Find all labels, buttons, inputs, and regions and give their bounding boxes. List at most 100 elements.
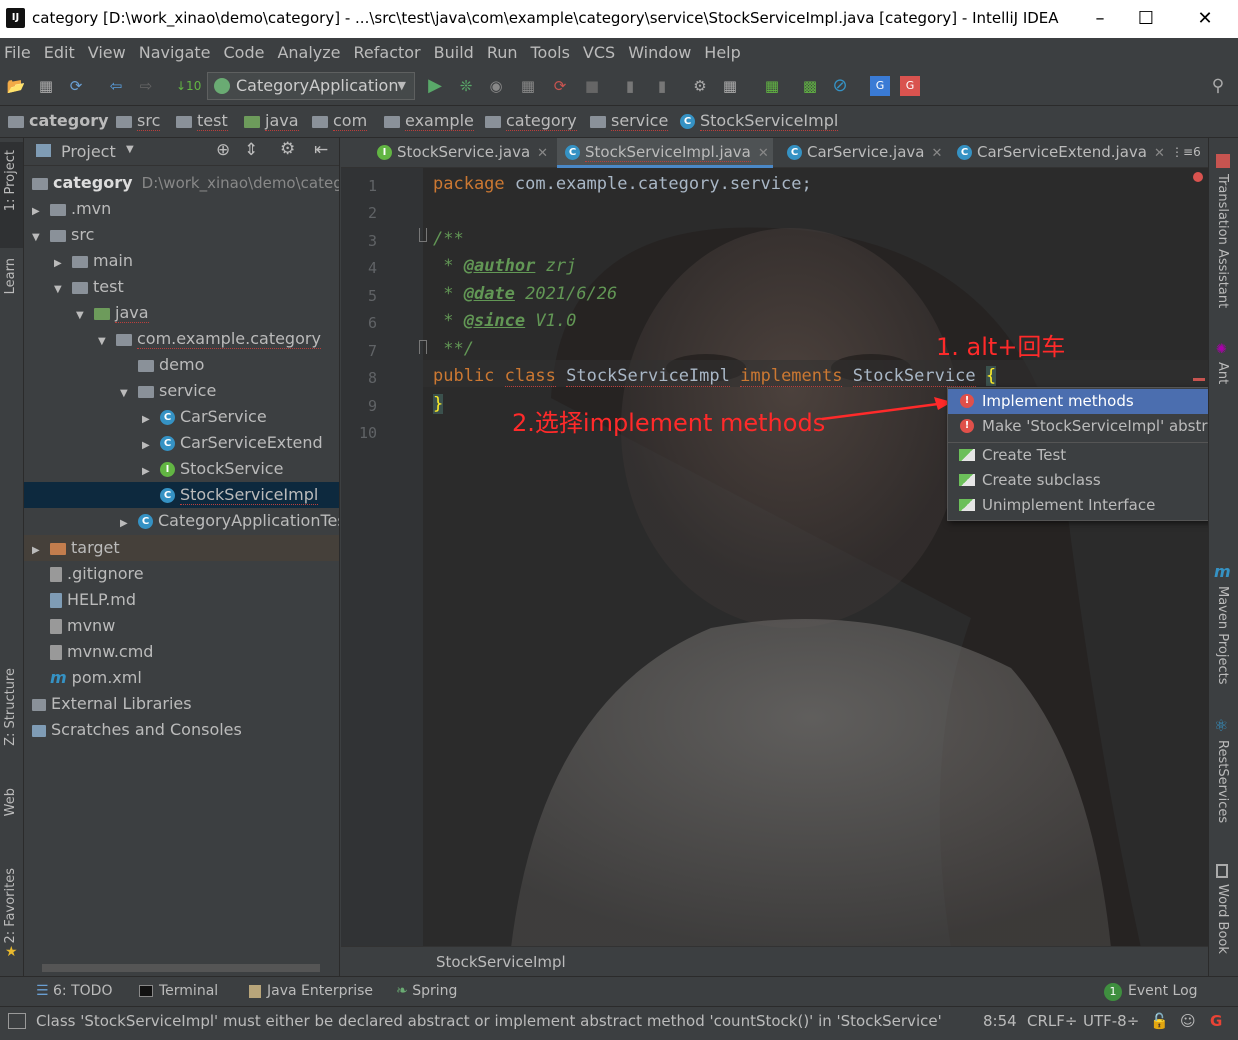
tree-item-src[interactable]: ▼ src — [24, 222, 339, 248]
toggle-tool-buttons-icon[interactable] — [8, 1013, 26, 1029]
breadcrumb-com[interactable]: com — [312, 111, 368, 131]
code-line-9[interactable]: } — [433, 394, 444, 414]
menu-edit[interactable]: Edit — [44, 43, 75, 62]
tool-favorites[interactable]: 2: Favorites — [3, 868, 18, 944]
tool-web[interactable]: Web — [3, 788, 18, 816]
tab-carserviceextend[interactable]: C CarServiceExtend.java ✕ — [949, 138, 1165, 168]
file-encoding[interactable]: UTF-8÷ — [1083, 1012, 1139, 1030]
menu-build[interactable]: Build — [434, 43, 474, 62]
code-line-6[interactable]: * @since V1.0 — [433, 311, 576, 331]
tool-translation-assistant[interactable]: Translation Assistant — [1215, 174, 1230, 308]
tool-word-book[interactable]: Word Book — [1215, 884, 1230, 954]
menu-run[interactable]: Run — [487, 43, 518, 62]
tab-carservice[interactable]: C CarService.java ✕ — [779, 138, 942, 168]
no-entry-icon[interactable]: ⊘ — [830, 76, 850, 96]
menu-view[interactable]: View — [88, 43, 126, 62]
breadcrumb-stockserviceimpl[interactable]: C StockServiceImpl — [680, 111, 839, 131]
popup-item-implement-methods[interactable]: ! Implement methods — [948, 389, 1236, 414]
tree-item-external-libraries[interactable]: External Libraries — [24, 691, 339, 717]
expand-arrow-icon[interactable]: ▶ — [120, 511, 132, 537]
breadcrumb-java[interactable]: java — [244, 111, 299, 131]
tool-maven-projects[interactable]: Maven Projects — [1215, 586, 1230, 685]
google-icon[interactable]: G — [1210, 1012, 1222, 1030]
tree-root-category[interactable]: category D:\work_xinao\demo\category — [24, 170, 339, 196]
tool-ant[interactable]: Ant — [1215, 362, 1230, 384]
close-icon[interactable]: ✕ — [931, 146, 942, 161]
debug-icon[interactable]: ❊ — [456, 76, 476, 96]
tree-item-helpmd[interactable]: HELP.md — [24, 587, 339, 613]
open-folder-icon[interactable]: 📂 — [6, 76, 26, 96]
line-separator[interactable]: CRLF÷ — [1027, 1012, 1077, 1030]
sync-icon[interactable]: ⟳ — [66, 76, 86, 96]
tree-item-test[interactable]: ▼ test — [24, 274, 339, 300]
error-stripe-mark[interactable] — [1193, 378, 1205, 381]
tab-overflow-button[interactable]: ⋮≡6 — [1169, 138, 1207, 168]
search-icon[interactable]: ⚲ — [1208, 76, 1228, 96]
error-stripe-icon[interactable] — [1193, 172, 1203, 182]
popup-item-create-subclass[interactable]: Create subclass▶ — [948, 468, 1236, 493]
menu-navigate[interactable]: Navigate — [139, 43, 211, 62]
tree-item-java[interactable]: ▼ java — [24, 300, 339, 326]
run-configuration-select[interactable]: CategoryApplication ▼ — [207, 72, 415, 100]
popup-item-unimplement-interface[interactable]: Unimplement Interface▶ — [948, 493, 1236, 518]
code-line-1[interactable]: package com.example.category.service; — [433, 174, 812, 194]
chevron-down-icon[interactable]: ▼ — [126, 144, 134, 155]
tree-item-demo[interactable]: demo — [24, 352, 339, 378]
inspector-icon[interactable]: ☺ — [1180, 1012, 1196, 1030]
translate-icon[interactable]: G — [870, 76, 890, 96]
code-line-5[interactable]: * @date 2021/6/26 — [433, 284, 617, 304]
code-line-4[interactable]: * @author zrj — [433, 256, 576, 276]
close-icon[interactable]: ✕ — [1154, 146, 1165, 161]
menu-file[interactable]: File — [4, 43, 31, 62]
locate-icon[interactable]: ⊕ — [216, 140, 230, 160]
code-line-8[interactable]: public class StockServiceImpl implements… — [433, 366, 997, 387]
build-icon[interactable]: ↓10 — [176, 76, 201, 96]
back-arrow-icon[interactable]: ⇦ — [106, 76, 126, 96]
minimize-button[interactable]: – — [1077, 0, 1123, 38]
breadcrumb-src[interactable]: src — [116, 111, 161, 131]
tool-terminal[interactable]: Terminal — [139, 983, 218, 999]
save-icon[interactable]: ▦ — [36, 76, 56, 96]
menu-refactor[interactable]: Refactor — [354, 43, 421, 62]
tree-item-main[interactable]: ▶ main — [24, 248, 339, 274]
fold-icon[interactable] — [419, 340, 427, 354]
code-line-3[interactable]: /** — [433, 229, 464, 249]
stop-icon[interactable]: ■ — [582, 76, 602, 96]
tree-item-gitignore[interactable]: .gitignore — [24, 561, 339, 587]
hide-panel-icon[interactable]: ⇤ — [314, 140, 328, 160]
settings-icon[interactable]: ⚙ — [690, 76, 710, 96]
sdk-icon[interactable]: ▦ — [762, 76, 782, 96]
run-icon[interactable]: ▶ — [425, 76, 445, 96]
tool-todo[interactable]: ☰ 6: TODO — [36, 983, 112, 999]
close-icon[interactable]: ✕ — [758, 146, 769, 161]
project-structure-icon[interactable]: ▦ — [720, 76, 740, 96]
tree-item-package[interactable]: ▼ com.example.category — [24, 326, 339, 352]
tab-stockserviceimpl[interactable]: C StockServiceImpl.java ✕ — [557, 138, 773, 168]
tree-item-carservice[interactable]: ▶ C CarService — [24, 404, 339, 430]
breadcrumb-example[interactable]: example — [384, 111, 474, 131]
tool-spring[interactable]: ❧ Spring — [396, 983, 457, 999]
vcs-icon[interactable]: ▮ — [652, 76, 672, 96]
maximize-button[interactable]: ☐ — [1123, 0, 1169, 38]
profile-icon[interactable]: ▦ — [518, 76, 538, 96]
tree-item-stockserviceimpl-selected[interactable]: C StockServiceImpl — [24, 482, 339, 508]
breadcrumb-test[interactable]: test — [176, 111, 228, 131]
lock-icon[interactable]: 🔓 — [1150, 1012, 1169, 1030]
caret-position[interactable]: 8:54 — [983, 1012, 1017, 1030]
tool-event-log[interactable]: 1 Event Log — [1104, 983, 1198, 1001]
close-window-button[interactable]: ✕ — [1182, 0, 1228, 38]
menu-vcs[interactable]: VCS — [583, 43, 615, 62]
tree-item-mvnw[interactable]: mvnw — [24, 613, 339, 639]
attach-icon[interactable]: ▮ — [620, 76, 640, 96]
breadcrumb-service[interactable]: service — [590, 111, 669, 131]
gear-icon[interactable]: ⚙ — [280, 139, 295, 159]
tool-structure[interactable]: Z: Structure — [3, 668, 18, 746]
tree-item-categoryapplicationtests[interactable]: ▶ C CategoryApplicationTests — [24, 508, 339, 537]
project-view-select[interactable]: Project — [61, 142, 116, 161]
menu-window[interactable]: Window — [628, 43, 691, 62]
tree-item-service[interactable]: ▼ service — [24, 378, 339, 404]
tree-item-mvn[interactable]: ▶ .mvn — [24, 196, 339, 222]
tab-stockservice[interactable]: I StockService.java ✕ — [369, 138, 549, 168]
tree-item-stockservice[interactable]: ▶ I StockService — [24, 456, 339, 482]
menu-code[interactable]: Code — [224, 43, 265, 62]
